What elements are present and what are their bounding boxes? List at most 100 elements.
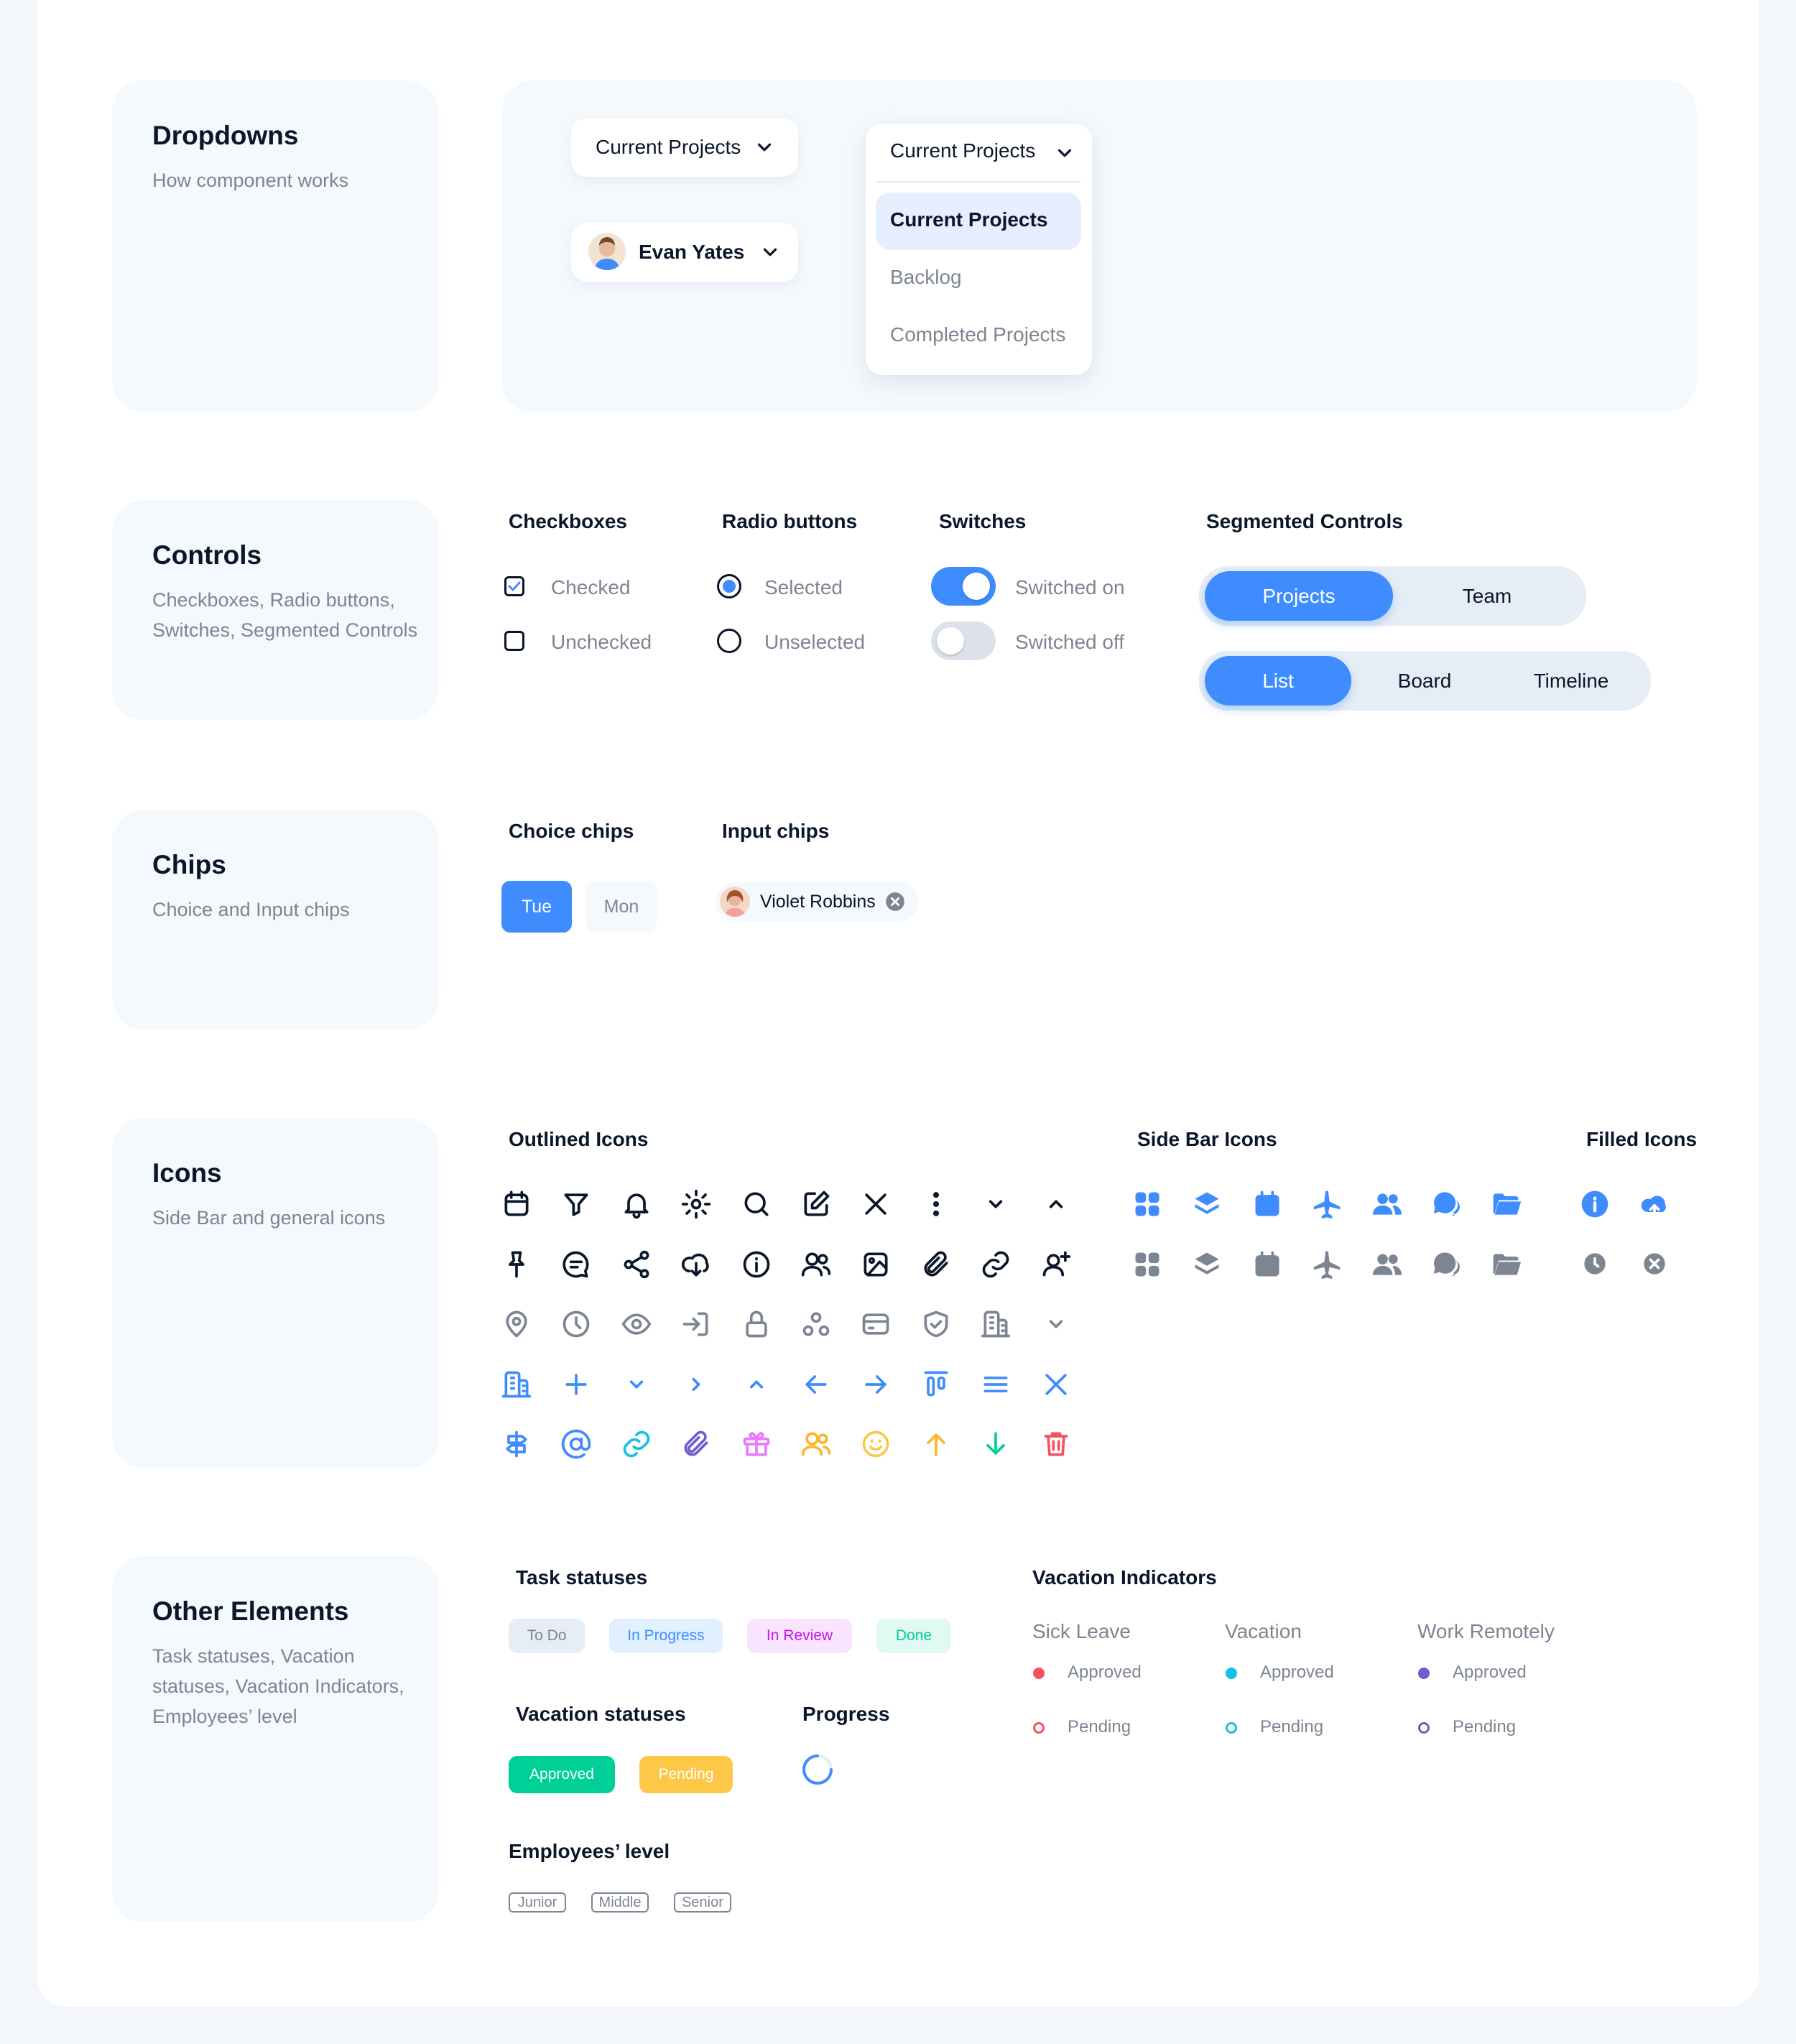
share-icon [621,1249,652,1280]
checkboxes-heading: Checkboxes [509,510,627,532]
choice-chip-mon[interactable]: Mon [586,881,657,933]
indicator-remote-title: Work Remotely [1417,1620,1555,1642]
team-icon-inactive[interactable] [1371,1249,1403,1280]
dashboard-icon-inactive[interactable] [1131,1249,1163,1280]
chips-card: Chips Choice and Input chips [112,810,439,1030]
menu-option-completed-projects[interactable]: Completed Projects [890,323,1065,346]
indicator-sick-leave-title: Sick Leave [1032,1620,1131,1642]
switches-heading: Switches [939,510,1027,532]
signpost-icon [501,1428,532,1460]
vacation-statuses-heading: Vacation statuses [516,1703,686,1725]
indicator-vacation-approved: Approved [1260,1663,1334,1682]
checkbox-checked[interactable] [504,576,524,596]
project-dropdown[interactable]: Current Projects [571,118,798,177]
dashboard-icon[interactable] [1131,1188,1163,1220]
segment-board[interactable]: Board [1351,656,1498,706]
avatar [720,887,750,917]
arrow-up-icon [920,1428,952,1460]
segment-projects[interactable]: Projects [1205,571,1393,621]
smile-icon [860,1428,892,1460]
icons-title: Icons [152,1158,222,1188]
employees-level-heading: Employees’ level [509,1840,670,1862]
checkbox-unchecked-label: Unchecked [551,631,652,653]
menu-option-backlog[interactable]: Backlog [890,266,962,289]
check-icon [508,581,521,591]
user-dropdown-label: Evan Yates [639,241,745,263]
checkbox-unchecked[interactable] [504,631,524,651]
other-card: Other Elements Task statuses, Vacation s… [112,1556,439,1923]
login-icon [680,1308,712,1340]
chevron-down-icon[interactable] [1054,142,1075,167]
other-subtitle: Task statuses, Vacation statuses, Vacati… [152,1645,404,1727]
plane-icon-inactive[interactable] [1311,1249,1343,1280]
arrow-right-icon [860,1369,892,1400]
clock-filled-icon [1579,1248,1611,1280]
status-badge-in-progress: In Progress [609,1619,723,1653]
info-icon [741,1249,772,1280]
dropdown-menu-current[interactable]: Current Projects [890,139,1035,162]
chevron-down-small-icon [1040,1308,1072,1340]
layers-icon-inactive[interactable] [1191,1249,1223,1280]
link-icon [980,1249,1012,1280]
dot-remote-approved [1418,1668,1430,1679]
users-icon [800,1249,832,1280]
dropdown-menu-open: Current Projects Current Projects Backlo… [866,124,1092,375]
level-badge-middle: Middle [591,1892,649,1913]
status-badge-todo: To Do [509,1619,585,1653]
calendar-filled-icon[interactable] [1251,1188,1283,1220]
segment-team[interactable]: Team [1393,571,1581,621]
layers-icon[interactable] [1191,1188,1223,1220]
plane-icon[interactable] [1311,1188,1343,1220]
user-dropdown[interactable]: Evan Yates [571,223,798,282]
filled-icons-heading: Filled Icons [1586,1128,1698,1150]
controls-card: Controls Checkboxes, Radio buttons, Swit… [112,500,439,720]
edit-icon [800,1188,832,1220]
switch-off[interactable] [931,621,996,660]
indicator-vacation-title: Vacation [1225,1620,1302,1642]
chips-subtitle: Choice and Input chips [152,899,350,920]
checkbox-checked-label: Checked [551,576,631,598]
segment-timeline[interactable]: Timeline [1498,656,1644,706]
calendar-filled-icon-inactive[interactable] [1251,1249,1283,1280]
chevron-up-blue-icon [741,1369,772,1400]
pin-icon [501,1249,532,1280]
dot-sick-pending [1033,1722,1045,1734]
chat-icon [560,1249,592,1280]
at-icon [560,1428,592,1460]
users-orange-icon [800,1428,832,1460]
cloud-upload-icon [1639,1188,1670,1220]
level-badge-senior: Senior [674,1892,731,1913]
building-blue-icon [501,1369,532,1400]
trash-icon [1040,1428,1072,1460]
plus-icon [560,1369,592,1400]
segment-list[interactable]: List [1205,656,1351,706]
status-badge-done: Done [876,1619,951,1653]
chevron-down-blue-icon [621,1369,652,1400]
choice-chip-tue[interactable]: Tue [501,881,572,933]
dropdowns-title: Dropdowns [152,121,299,150]
paperclip-purple-icon [680,1428,712,1460]
menu-divider [877,181,1080,182]
input-chip-violet-robbins[interactable]: Violet Robbins [716,882,918,921]
close-circle-icon[interactable] [885,892,905,917]
radio-unselected[interactable] [717,629,741,653]
menu-icon [980,1369,1012,1400]
chevron-up-icon [1040,1188,1072,1220]
icons-card: Icons Side Bar and general icons [112,1118,439,1469]
team-icon[interactable] [1371,1188,1403,1220]
radio-selected[interactable] [717,574,741,598]
search-icon [741,1188,772,1220]
messages-icon[interactable] [1431,1188,1463,1220]
messages-icon-inactive[interactable] [1431,1249,1463,1280]
switch-on[interactable] [931,567,996,606]
menu-option-current-projects[interactable]: Current Projects [876,193,1081,250]
folder-icon[interactable] [1491,1188,1522,1220]
close-blue-icon [1040,1369,1072,1400]
progress-heading: Progress [802,1703,890,1725]
level-badge-junior: Junior [509,1892,566,1913]
task-statuses-heading: Task statuses [516,1566,648,1589]
folder-icon-inactive[interactable] [1491,1249,1522,1280]
sidebar-icons-heading: Side Bar Icons [1137,1128,1277,1150]
align-top-icon [920,1369,952,1400]
dot-sick-approved [1033,1668,1045,1679]
